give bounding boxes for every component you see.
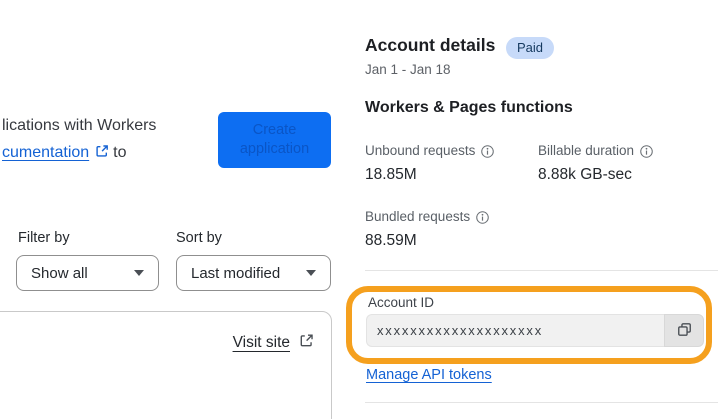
stat-unbound-requests: Unbound requests 18.85M xyxy=(365,143,495,184)
site-card: Visit site xyxy=(0,311,332,419)
chevron-down-icon xyxy=(134,270,144,276)
intro-line2: cumentation to xyxy=(2,139,156,168)
account-details-title: Account details xyxy=(365,35,496,55)
info-icon[interactable] xyxy=(476,210,489,224)
manage-api-tokens-link[interactable]: Manage API tokens xyxy=(366,367,492,383)
sort-select[interactable]: Last modified xyxy=(176,255,331,291)
stat-value: 18.85M xyxy=(365,166,417,183)
external-link-icon xyxy=(94,141,110,168)
filter-select[interactable]: Show all xyxy=(16,255,159,291)
stat-value: 88.59M xyxy=(365,232,417,249)
create-application-button[interactable]: Create application xyxy=(218,112,331,168)
info-icon[interactable] xyxy=(481,144,495,158)
account-id-input[interactable] xyxy=(366,314,664,347)
stat-value: 8.88k GB-sec xyxy=(538,166,632,183)
date-range: Jan 1 - Jan 18 xyxy=(365,62,451,77)
visit-site-link[interactable]: Visit site xyxy=(233,334,290,352)
intro-line2-suffix: to xyxy=(113,144,127,161)
divider xyxy=(365,402,718,403)
sort-select-value: Last modified xyxy=(191,264,281,282)
stat-label: Billable duration xyxy=(538,143,635,158)
intro-line1: lications with Workers xyxy=(2,117,157,134)
copy-button[interactable] xyxy=(664,314,704,347)
filter-by-label: Filter by xyxy=(18,230,70,246)
filter-select-value: Show all xyxy=(31,264,88,282)
account-id-label: Account ID xyxy=(368,295,435,310)
stat-bundled-requests: Bundled requests 88.59M xyxy=(365,209,489,250)
visit-site-row: Visit site xyxy=(233,332,315,354)
chevron-down-icon xyxy=(306,270,316,276)
stat-billable-duration: Billable duration 8.88k GB-sec xyxy=(538,143,653,184)
stat-label: Unbound requests xyxy=(365,143,476,158)
sort-by-label: Sort by xyxy=(176,230,222,246)
divider xyxy=(365,270,718,271)
stat-label: Bundled requests xyxy=(365,209,471,224)
documentation-link[interactable]: cumentation xyxy=(2,144,89,161)
intro-text: lications with Workers cumentation to xyxy=(2,112,156,168)
account-id-group xyxy=(366,314,704,347)
external-link-icon xyxy=(298,332,315,354)
info-icon[interactable] xyxy=(640,144,653,158)
workers-pages-screen: lications with Workers cumentation to Cre… xyxy=(0,0,718,419)
usage-section-title: Workers & Pages functions xyxy=(365,99,573,116)
paid-plan-badge: Paid xyxy=(506,37,555,59)
copy-icon xyxy=(676,321,693,341)
